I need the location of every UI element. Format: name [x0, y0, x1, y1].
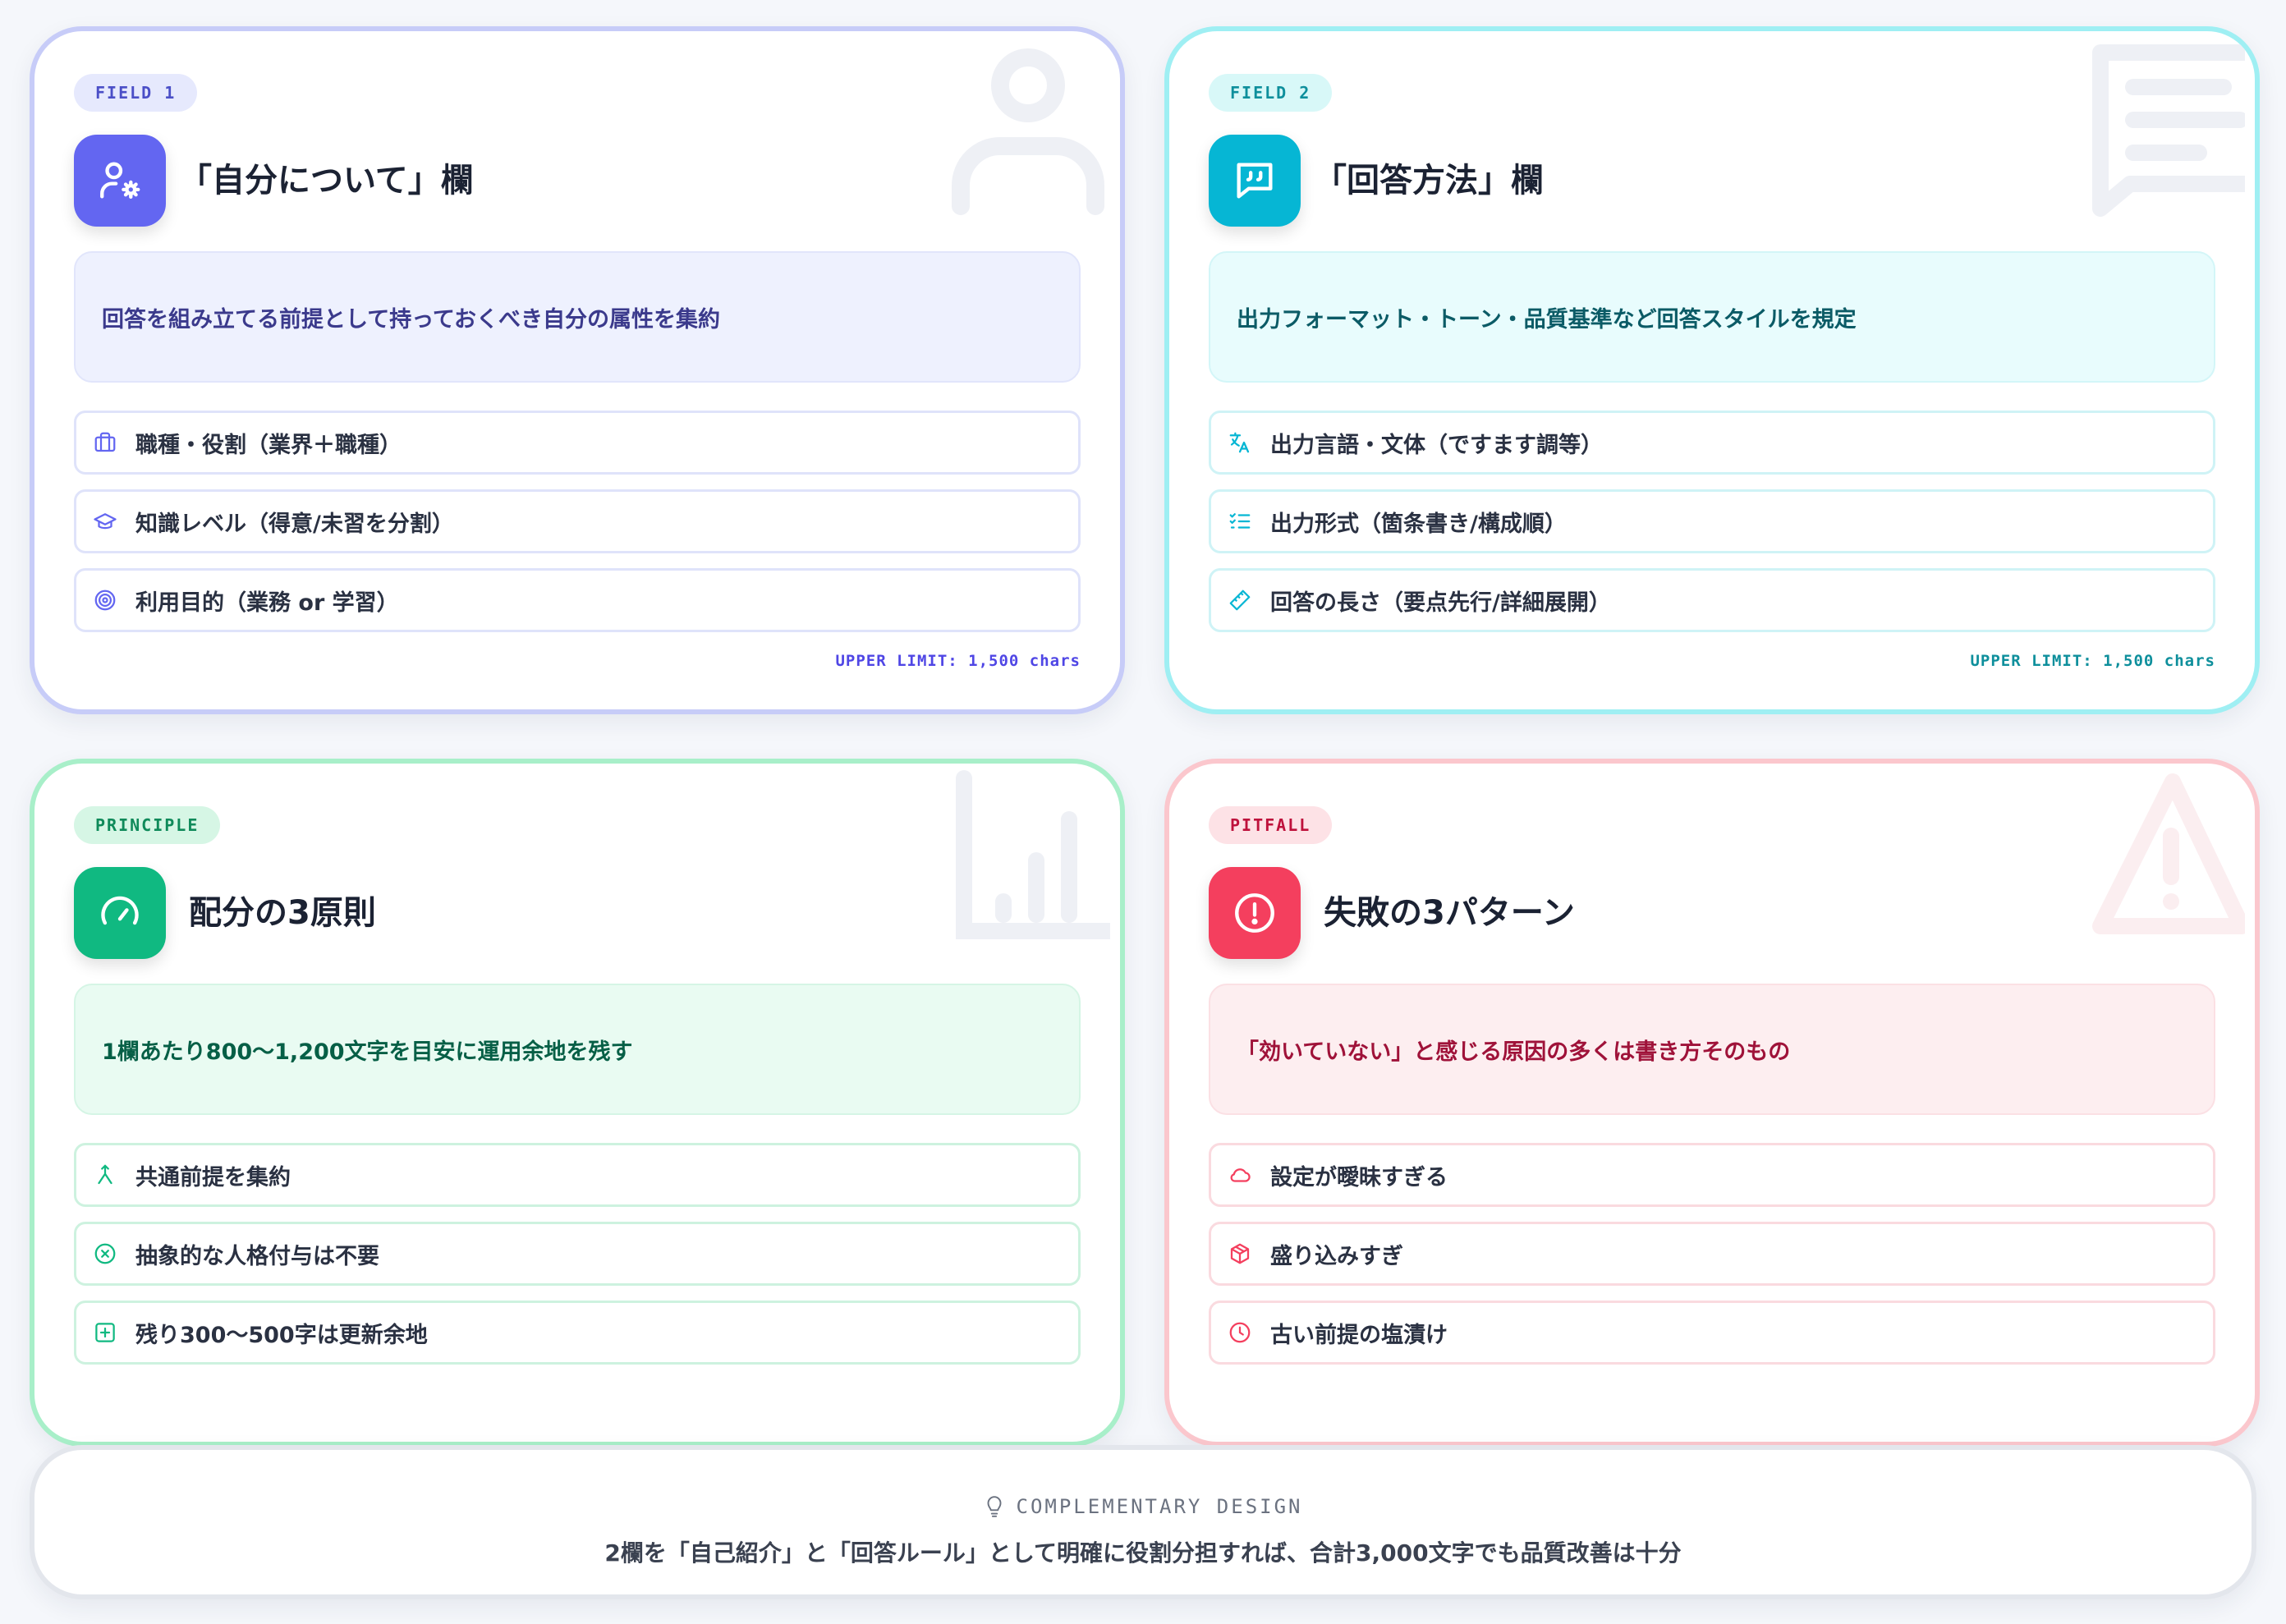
field-tag: FIELD 2: [1209, 74, 1333, 112]
list-item: 残り300〜500字は更新余地: [74, 1301, 1081, 1365]
list-item: 出力言語・文体（ですます調等）: [1209, 411, 2215, 475]
field2-card: FIELD 2 「回答方法」欄 出力フォーマット・トーン・品質基準など回答スタイ…: [1164, 26, 2260, 714]
ruler-icon: [1228, 588, 1252, 612]
card-title: 失敗の3パターン: [1324, 894, 1575, 932]
list-item: 利用目的（業務 or 学習）: [74, 568, 1081, 632]
pitfall-tag: PITFALL: [1209, 806, 1333, 844]
upper-limit-note: UPPER LIMIT: 1,500 chars: [1970, 652, 2215, 670]
pitfall-card: PITFALL 失敗の3パターン 「効いていない」と感じる原因の多くは書き方その…: [1164, 759, 2260, 1447]
item-label: 回答の長さ（要点先行/詳細展開）: [1270, 590, 1611, 616]
item-label: 利用目的（業務 or 学習）: [135, 590, 399, 616]
alert-circle-icon: [1209, 867, 1301, 959]
field-tag: FIELD 1: [74, 74, 198, 112]
warning-watermark-icon: [2092, 773, 2245, 934]
translate-icon: [1228, 430, 1252, 455]
card-title: 「自分について」欄: [179, 162, 474, 200]
cloud-icon: [1228, 1163, 1252, 1187]
list-item: 知識レベル（得意/未習を分割）: [74, 489, 1081, 553]
lightbulb-icon: [984, 1494, 1005, 1519]
item-label: 共通前提を集約: [135, 1164, 291, 1190]
clock-icon: [1228, 1320, 1252, 1345]
graduation-cap-icon: [93, 509, 117, 534]
package-icon: [1228, 1241, 1252, 1266]
complementary-design-banner: COMPLEMENTARY DESIGN 2欄を「自己紹介」と「回答ルール」とし…: [30, 1445, 2256, 1599]
banner-text: 2欄を「自己紹介」と「回答ルール」として明確に役割分担すれば、合計3,000文字…: [604, 1539, 1682, 1567]
card-description: 「効いていない」と感じる原因の多くは書き方そのもの: [1209, 984, 2215, 1115]
user-watermark-icon: [952, 48, 1104, 215]
item-label: 知識レベル（得意/未習を分割）: [135, 511, 454, 537]
card-title: 「回答方法」欄: [1314, 162, 1544, 200]
item-label: 古い前提の塩漬け: [1270, 1322, 1448, 1348]
target-icon: [93, 588, 117, 612]
list-item: 共通前提を集約: [74, 1143, 1081, 1207]
item-label: 設定が曖昧すぎる: [1270, 1164, 1448, 1190]
list-item: 設定が曖昧すぎる: [1209, 1143, 2215, 1207]
card-description: 1欄あたり800〜1,200文字を目安に運用余地を残す: [74, 984, 1081, 1115]
circle-x-icon: [93, 1241, 117, 1266]
item-label: 盛り込みすぎ: [1270, 1243, 1403, 1269]
list-item: 出力形式（箇条書き/構成順）: [1209, 489, 2215, 553]
item-label: 出力形式（箇条書き/構成順）: [1270, 511, 1567, 537]
field1-card: FIELD 1 「自分について」欄 回答を組み立てる前提として持っておくべき自分…: [30, 26, 1125, 714]
user-gear-icon: [74, 135, 166, 227]
banner-label: COMPLEMENTARY DESIGN: [1016, 1495, 1303, 1518]
square-plus-icon: [93, 1320, 117, 1345]
item-label: 出力言語・文体（ですます調等）: [1270, 432, 1603, 458]
list-check-icon: [1228, 509, 1252, 534]
gauge-icon: [74, 867, 166, 959]
principle-tag: PRINCIPLE: [74, 806, 221, 844]
item-label: 職種・役割（業界＋職種）: [135, 432, 402, 458]
list-item: 抽象的な人格付与は不要: [74, 1222, 1081, 1286]
list-item: 職種・役割（業界＋職種）: [74, 411, 1081, 475]
bar-chart-watermark-icon: [956, 770, 1110, 939]
list-item: 回答の長さ（要点先行/詳細展開）: [1209, 568, 2215, 632]
list-item: 古い前提の塩漬け: [1209, 1301, 2215, 1365]
quote-bubble-icon: [1209, 135, 1301, 227]
upper-limit-note: UPPER LIMIT: 1,500 chars: [835, 652, 1081, 670]
list-item: 盛り込みすぎ: [1209, 1222, 2215, 1286]
item-label: 残り300〜500字は更新余地: [135, 1322, 428, 1348]
card-description: 出力フォーマット・トーン・品質基準など回答スタイルを規定: [1209, 251, 2215, 383]
card-description: 回答を組み立てる前提として持っておくべき自分の属性を集約: [74, 251, 1081, 383]
briefcase-icon: [93, 430, 117, 455]
principle-card: PRINCIPLE 配分の3原則 1欄あたり800〜1,200文字を目安に運用余…: [30, 759, 1125, 1447]
message-watermark-icon: [2092, 44, 2245, 217]
card-title: 配分の3原則: [189, 894, 376, 932]
merge-icon: [93, 1163, 117, 1187]
item-label: 抽象的な人格付与は不要: [135, 1243, 379, 1269]
